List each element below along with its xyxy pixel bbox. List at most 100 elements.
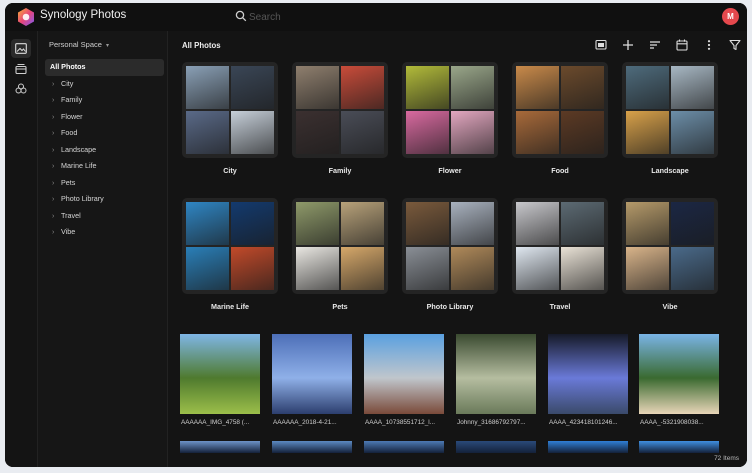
sidebar-list: All Photos › City › Family › Flower › Food › Lands… bbox=[45, 59, 164, 241]
chevron-right-icon[interactable]: › bbox=[52, 143, 61, 160]
sidebar-item-flower[interactable]: › Flower bbox=[45, 109, 164, 126]
chevron-right-icon[interactable]: › bbox=[52, 159, 61, 176]
album-cover-photo bbox=[231, 66, 274, 109]
photo-thumbnail[interactable] bbox=[272, 441, 352, 453]
space-selector-label: Personal Space bbox=[49, 40, 102, 49]
album-card[interactable]: Photo Library bbox=[402, 198, 498, 311]
search-icon bbox=[235, 10, 247, 22]
filter-icon[interactable] bbox=[727, 37, 743, 53]
photo-thumbnail[interactable]: AAAAAA_IMG_4758 (... bbox=[180, 334, 260, 426]
album-cover-photo bbox=[451, 111, 494, 154]
album-cover-photo bbox=[296, 202, 339, 245]
album-cover[interactable] bbox=[292, 198, 388, 294]
slideshow-icon[interactable] bbox=[593, 37, 609, 53]
album-name: Pets bbox=[332, 302, 348, 311]
sidebar-item-label: Pets bbox=[61, 177, 76, 187]
album-cover[interactable] bbox=[182, 62, 278, 158]
sidebar-item-marine-life[interactable]: › Marine Life bbox=[45, 158, 164, 175]
album-cover-photo bbox=[626, 66, 669, 109]
sidebar-item-label: Flower bbox=[61, 111, 83, 121]
more-icon[interactable] bbox=[701, 37, 717, 53]
album-name: Photo Library bbox=[426, 302, 474, 311]
photo-icon[interactable] bbox=[11, 39, 31, 58]
photo-thumbnail[interactable] bbox=[639, 441, 719, 453]
album-card[interactable]: Vibe bbox=[622, 198, 718, 311]
sidebar-item-pets[interactable]: › Pets bbox=[45, 175, 164, 192]
sidebar-item-photo-library[interactable]: › Photo Library bbox=[45, 191, 164, 208]
photo-thumbnail[interactable] bbox=[456, 441, 536, 453]
albums-icon[interactable] bbox=[11, 79, 31, 98]
space-selector[interactable]: Personal Space ▾ bbox=[49, 40, 109, 49]
album-cover[interactable] bbox=[622, 198, 718, 294]
sidebar-item-label: Travel bbox=[61, 210, 81, 220]
sidebar-item-label: Vibe bbox=[61, 227, 76, 236]
album-card[interactable]: Food bbox=[512, 62, 608, 175]
album-cover-photo bbox=[341, 66, 384, 109]
chevron-right-icon[interactable]: › bbox=[52, 126, 61, 143]
photo-image bbox=[548, 334, 628, 414]
chevron-right-icon[interactable]: › bbox=[52, 192, 61, 209]
album-cover-photo bbox=[296, 66, 339, 109]
album-card[interactable]: Family bbox=[292, 62, 388, 175]
chevron-right-icon[interactable]: › bbox=[52, 77, 61, 94]
album-card[interactable]: Pets bbox=[292, 198, 388, 311]
album-cover[interactable] bbox=[402, 198, 498, 294]
album-cover-photo bbox=[186, 247, 229, 290]
chevron-right-icon[interactable]: › bbox=[52, 176, 61, 193]
sidebar-item-food[interactable]: › Food bbox=[45, 125, 164, 142]
album-cover-photo bbox=[406, 66, 449, 109]
calendar-icon[interactable] bbox=[674, 37, 690, 53]
chevron-right-icon[interactable]: › bbox=[52, 209, 61, 226]
app-title: Synology Photos bbox=[40, 9, 127, 21]
main-content: All Photos City Family Flower Food Landscape… bbox=[169, 31, 747, 467]
album-card[interactable]: Landscape bbox=[622, 62, 718, 175]
album-name: Vibe bbox=[662, 302, 678, 311]
album-cover[interactable] bbox=[622, 62, 718, 158]
album-card[interactable]: Flower bbox=[402, 62, 498, 175]
chevron-right-icon[interactable]: › bbox=[52, 93, 61, 110]
chevron-right-icon[interactable]: › bbox=[52, 110, 61, 127]
album-cover-photo bbox=[406, 111, 449, 154]
album-cover-photo bbox=[451, 247, 494, 290]
album-card[interactable]: Marine Life bbox=[182, 198, 278, 311]
sidebar-item-landscape[interactable]: › Landscape bbox=[45, 142, 164, 159]
album-card[interactable]: Travel bbox=[512, 198, 608, 311]
search-input[interactable] bbox=[249, 7, 521, 27]
album-cover-photo bbox=[671, 66, 714, 109]
sort-icon[interactable] bbox=[647, 37, 663, 53]
album-cover[interactable] bbox=[182, 198, 278, 294]
photo-image bbox=[272, 334, 352, 414]
sidebar-item-city[interactable]: › City bbox=[45, 76, 164, 93]
add-icon[interactable] bbox=[620, 37, 636, 53]
nav-rail bbox=[5, 31, 38, 467]
photo-thumbnail[interactable]: AAAA_-5321908038... bbox=[639, 334, 719, 426]
album-cover[interactable] bbox=[292, 62, 388, 158]
album-cover-photo bbox=[186, 202, 229, 245]
album-cover[interactable] bbox=[402, 62, 498, 158]
photo-thumbnail[interactable]: Johnny_31686792797... bbox=[456, 334, 536, 426]
album-cover[interactable] bbox=[512, 198, 608, 294]
photo-thumbnail[interactable]: AAAA_10738551712_l... bbox=[364, 334, 444, 426]
photo-filename: AAAA_423418101246... bbox=[549, 419, 618, 426]
album-cover-photo bbox=[341, 202, 384, 245]
shared-space-icon[interactable] bbox=[11, 59, 31, 78]
sidebar-item-family[interactable]: › Family bbox=[45, 92, 164, 109]
photo-thumbnail[interactable] bbox=[548, 441, 628, 453]
avatar[interactable]: M bbox=[722, 8, 739, 25]
album-cover-photo bbox=[561, 202, 604, 245]
sidebar-item-all-photos[interactable]: All Photos bbox=[45, 59, 164, 76]
search-bar[interactable] bbox=[231, 7, 521, 27]
photo-thumbnail[interactable]: AAAA_423418101246... bbox=[548, 334, 628, 426]
photo-thumbnail[interactable] bbox=[180, 441, 260, 453]
album-name: Food bbox=[551, 166, 569, 175]
album-cover[interactable] bbox=[512, 62, 608, 158]
chevron-right-icon[interactable]: › bbox=[52, 225, 61, 242]
album-cover-photo bbox=[561, 111, 604, 154]
photo-thumbnail[interactable] bbox=[364, 441, 444, 453]
sidebar-item-vibe[interactable]: › Vibe bbox=[45, 224, 164, 241]
sidebar-item-travel[interactable]: › Travel bbox=[45, 208, 164, 225]
sidebar-item-label: Family bbox=[61, 95, 83, 104]
photo-thumbnail[interactable]: AAAAAA_2018-4-21... bbox=[272, 334, 352, 426]
album-card[interactable]: City bbox=[182, 62, 278, 175]
photo-image bbox=[364, 334, 444, 414]
